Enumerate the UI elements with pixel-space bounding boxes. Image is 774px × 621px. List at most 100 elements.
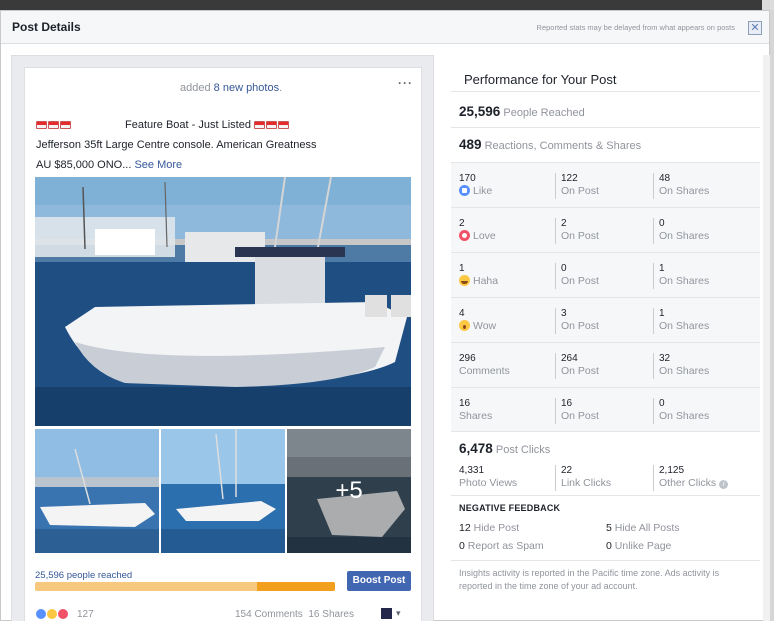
photo-views-label: Photo Views <box>459 477 518 489</box>
reactions-count[interactable]: 127 <box>77 609 94 620</box>
comments-count-text: 154 Comments <box>235 609 303 620</box>
on-post-label: On Post <box>561 185 599 197</box>
reach-bar-fill <box>257 582 335 591</box>
post-price-line: AU $85,000 ONO... See More <box>36 159 182 171</box>
on-post-value: 3 <box>561 308 567 319</box>
on-shares-cell: 1 On Shares <box>653 308 753 334</box>
photo-thumbnail-1[interactable] <box>35 429 159 553</box>
unlike-label: Unlike Page <box>614 540 672 552</box>
hide-post-label: Hide Post <box>473 522 520 534</box>
spam-stat: 0 Report as Spam <box>459 540 544 552</box>
on-shares-cell: 1 On Shares <box>653 263 753 289</box>
on-post-value: 122 <box>561 173 578 184</box>
on-post-label: On Post <box>561 275 599 287</box>
on-post-label: On Post <box>561 230 599 242</box>
breakdown-row: 4 Wow 3 On Post 1 On Shares <box>451 298 760 343</box>
on-post-cell: 122 On Post <box>555 173 652 199</box>
hide-all-value: 5 <box>606 522 612 534</box>
total-value: 170 <box>459 173 476 184</box>
page-avatar-icon[interactable] <box>381 608 392 619</box>
post-clicks-row: 6,478 Post Clicks <box>459 441 550 456</box>
total-label: Comments <box>459 365 550 378</box>
photo-thumbnail-2[interactable] <box>161 429 285 553</box>
spam-value: 0 <box>459 540 465 552</box>
flag-emoji-left <box>36 120 76 129</box>
on-shares-value: 1 <box>659 308 665 319</box>
people-reached-text: 25,596 people reached <box>35 570 133 581</box>
comments-count[interactable]: 154 Comments 16 Shares <box>235 609 354 620</box>
on-shares-value: 1 <box>659 263 665 274</box>
total-cell: 4 Wow <box>454 308 550 334</box>
chevron-down-icon[interactable]: ▾ <box>396 608 401 619</box>
main-boat-photo[interactable] <box>35 177 411 426</box>
post-details-dialog: Post Details Reported stats may be delay… <box>0 10 770 621</box>
post-headline: Feature Boat - Just Listed <box>125 119 251 131</box>
on-shares-label: On Shares <box>659 320 710 332</box>
boost-post-button[interactable]: Boost Post <box>347 571 411 591</box>
more-photos-overlay[interactable]: +5 <box>287 429 411 553</box>
other-clicks-label: Other Clicks i <box>659 477 753 490</box>
photo-views-cell: 4,331 Photo Views <box>454 465 550 491</box>
link-clicks-label: Link Clicks <box>561 477 612 489</box>
on-post-cell: 3 On Post <box>555 308 652 334</box>
link-clicks-value: 22 <box>561 465 573 476</box>
scrollbar[interactable] <box>763 55 770 621</box>
close-icon[interactable]: ✕ <box>748 21 762 35</box>
metric-label: Haha <box>473 275 499 287</box>
link-clicks-cell: 22 Link Clicks <box>555 465 652 491</box>
divider <box>451 495 760 496</box>
unlike-stat: 0 Unlike Page <box>606 540 671 552</box>
on-post-cell: 264 On Post <box>555 353 652 379</box>
haha-icon <box>459 275 470 286</box>
metric-label: Wow <box>473 320 497 332</box>
on-shares-label: On Shares <box>659 365 710 377</box>
total-label: Shares <box>459 410 550 423</box>
flag-emoji-right <box>254 120 294 129</box>
on-post-value: 16 <box>561 398 573 409</box>
engagement-value: 489 <box>459 137 482 152</box>
divider <box>451 560 760 561</box>
total-cell: 1 Haha <box>454 263 550 289</box>
photo-thumbnail-3[interactable]: +5 <box>287 429 411 553</box>
photo-views-value: 4,331 <box>459 465 485 476</box>
people-reached-label: People Reached <box>503 107 585 119</box>
performance-pane: Performance for Your Post 25,596 People … <box>451 55 760 621</box>
on-shares-cell: 0 On Shares <box>653 398 753 424</box>
people-reached-value: 25,596 <box>459 104 501 119</box>
see-more-link[interactable]: See More <box>134 159 182 171</box>
hide-post-stat: 12 Hide Post <box>459 522 519 534</box>
on-shares-label: On Shares <box>659 410 710 422</box>
people-reached-row: 25,596 People Reached <box>459 104 585 119</box>
love-reaction-icon <box>57 608 69 620</box>
delay-note: Reported stats may be delayed from what … <box>536 23 735 32</box>
breakdown-row: 16 Shares 16 On Post 0 On Shares <box>451 388 760 433</box>
engagement-breakdown-table: 170 Like 122 On Post 48 On Shares 2 Love 2 On Pos… <box>451 162 760 432</box>
dialog-header: Post Details Reported stats may be delay… <box>1 11 769 44</box>
on-shares-cell: 48 On Shares <box>653 173 753 199</box>
wow-icon <box>459 320 470 331</box>
engagement-label: Reactions, Comments & Shares <box>484 140 642 152</box>
total-cell: 170 Like <box>454 173 550 199</box>
on-post-value: 2 <box>561 218 567 229</box>
metric-label: Comments <box>459 365 510 377</box>
metric-label: Shares <box>459 410 493 422</box>
reach-bar <box>35 582 335 591</box>
post-description: Jefferson 35ft Large Centre console. Ame… <box>36 139 317 151</box>
on-shares-label: On Shares <box>659 275 710 287</box>
breakdown-row: 2 Love 2 On Post 0 On Shares <box>451 208 760 253</box>
other-clicks-cell: 2,125 Other Clicks i <box>653 465 753 491</box>
post-preview-pane: added 8 new photos. ··· Feature Boat - J… <box>11 55 434 621</box>
breakdown-row: 296 Comments 264 On Post 32 On Shares <box>451 343 760 388</box>
total-label: Wow <box>459 320 550 333</box>
on-shares-label: On Shares <box>659 185 710 197</box>
performance-title: Performance for Your Post <box>464 72 617 87</box>
like-icon <box>459 185 470 196</box>
breakdown-row: 1 Haha 0 On Post 1 On Shares <box>451 253 760 298</box>
divider <box>451 91 760 92</box>
price-ellipsis: ... <box>122 159 132 171</box>
on-post-label: On Post <box>561 365 599 377</box>
on-shares-label: On Shares <box>659 230 710 242</box>
info-icon[interactable]: i <box>719 480 729 489</box>
post-body: Feature Boat - Just Listed Jefferson 35f… <box>35 68 415 621</box>
metric-label: Like <box>473 185 493 197</box>
